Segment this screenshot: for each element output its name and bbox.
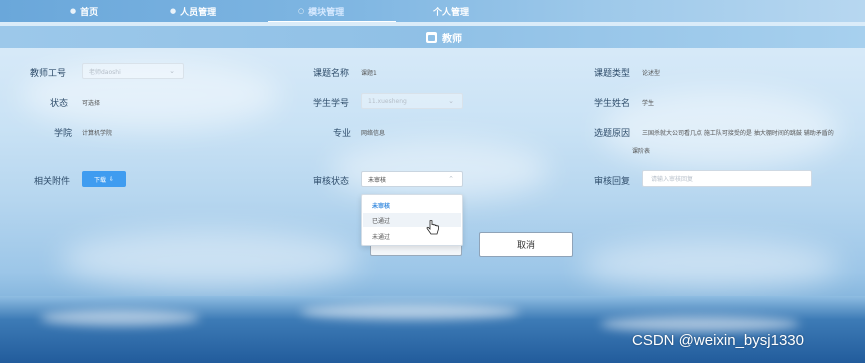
teacher-id-label: 教师工号 — [30, 69, 67, 79]
review-status-value: 未审核 — [368, 176, 387, 184]
student-name-value: 学生 — [642, 100, 655, 107]
topic-type-value: 论述型 — [642, 70, 661, 77]
student-id-placeholder: 11.xuesheng — [368, 97, 407, 105]
attachment-label: 相关附件 — [34, 177, 71, 187]
reason-value-line1: 三国杀就大公司看几点 施工队可接受的是 抽大棚时间的跳鼓 辅助矛盾的 — [642, 130, 834, 137]
nav-item-personal[interactable]: 个人管理 — [433, 4, 469, 18]
sub-header-title: 教师 — [426, 30, 462, 45]
reason-label: 选题原因 — [594, 129, 631, 139]
chevron-up-icon: ⌃ — [448, 175, 454, 183]
nav-item-personnel[interactable]: ● 人员管理 — [170, 4, 216, 18]
home-icon — [426, 32, 437, 43]
dropdown-option-approved[interactable]: 已通过 — [363, 213, 461, 227]
background-ocean — [0, 296, 865, 363]
status-value: 可选择 — [82, 100, 101, 107]
review-status-select[interactable]: 未审核 ⌃ — [361, 171, 463, 187]
nav-item-label: 个人管理 — [433, 7, 470, 18]
chevron-down-icon: ⌄ — [448, 97, 454, 105]
topic-name-value: 课题1 — [361, 70, 377, 77]
home-dot-icon: ● — [70, 7, 77, 15]
dropdown-option-rejected[interactable]: 未通过 — [363, 229, 461, 243]
status-label: 状态 — [50, 99, 69, 109]
background-wave — [300, 304, 520, 320]
background-wave — [40, 310, 200, 326]
review-status-dropdown: 未审核 已通过 未通过 — [361, 194, 463, 246]
topic-type-label: 课题类型 — [594, 69, 631, 79]
nav-item-modules[interactable]: ○ 模块管理 — [298, 4, 344, 18]
college-label: 学院 — [54, 129, 73, 139]
major-value: 网络信息 — [361, 130, 386, 137]
nav-active-underline — [268, 21, 396, 22]
download-button[interactable]: 下载 ⇩ — [82, 171, 126, 187]
download-button-label: 下载 — [93, 176, 106, 184]
reason-value-line2: 课阶表 — [632, 148, 651, 155]
background-wave — [600, 316, 800, 332]
nav-item-label: 模块管理 — [308, 7, 345, 18]
review-status-label: 审核状态 — [313, 177, 350, 187]
nav-item-home[interactable]: ● 首页 — [70, 4, 98, 18]
background-cloud — [60, 230, 360, 290]
background-cloud — [580, 240, 840, 290]
student-id-select[interactable]: 11.xuesheng ⌄ — [361, 93, 463, 109]
module-dot-icon: ○ — [298, 7, 305, 15]
nav-item-label: 首页 — [80, 7, 99, 18]
download-icon: ⇩ — [108, 175, 115, 183]
nav-item-label: 人员管理 — [180, 7, 217, 18]
user-dot-icon: ● — [170, 7, 177, 15]
major-label: 专业 — [333, 129, 352, 139]
hand-cursor-icon — [426, 220, 439, 235]
teacher-id-placeholder: 老师daoshi — [89, 68, 121, 76]
review-reply-placeholder: 请输入审核回复 — [651, 176, 694, 183]
review-reply-label: 审核回复 — [594, 177, 631, 187]
teacher-id-select[interactable]: 老师daoshi ⌄ — [82, 63, 184, 79]
review-reply-input[interactable]: 请输入审核回复 — [642, 170, 812, 187]
student-name-label: 学生姓名 — [594, 99, 631, 109]
top-nav: ● 首页 ● 人员管理 ○ 模块管理 个人管理 — [0, 0, 865, 22]
college-value: 计算机学院 — [82, 130, 113, 137]
sub-header-label: 教师 — [442, 34, 462, 45]
topic-name-label: 课题名称 — [313, 69, 350, 79]
watermark-text: CSDN @weixin_bysj1330 — [632, 332, 804, 349]
cancel-button[interactable]: 取消 — [479, 232, 573, 257]
dropdown-option-pending[interactable]: 未审核 — [363, 198, 461, 212]
chevron-down-icon: ⌄ — [169, 67, 175, 75]
background-cloud — [330, 140, 550, 200]
student-id-label: 学生学号 — [313, 99, 350, 109]
